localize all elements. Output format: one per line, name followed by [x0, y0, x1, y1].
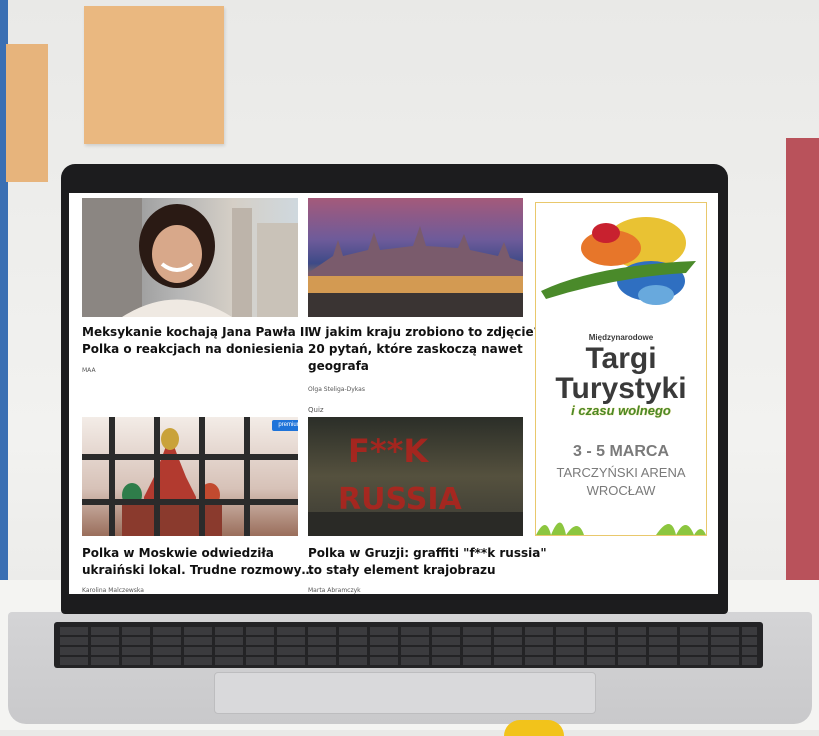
article-4-title[interactable]: Polka w Gruzji: graffiti "f**k russia" t… — [308, 545, 547, 579]
article-1-author: MAA — [82, 367, 96, 374]
article-4-image[interactable]: F**K RUSSIA — [308, 417, 523, 536]
advertisement-banner[interactable]: Międzynarodowe Targi Turystyki i czasu w… — [535, 202, 707, 536]
kremlin-photo — [82, 417, 298, 536]
grass-decoration — [536, 522, 706, 535]
pink-book — [786, 138, 819, 590]
keyboard — [54, 622, 763, 668]
article-3-author: Karolina Malczewska — [82, 587, 144, 594]
article-2-image[interactable] — [308, 198, 523, 317]
article-3-title[interactable]: Polka w Moskwie odwiedziła ukraiński lok… — [82, 545, 313, 579]
ad-kicker: Międzynarodowe — [588, 333, 654, 342]
ad-subtitle: i czasu wolnego — [571, 403, 671, 418]
laptop-screen: Meksykanie kochają Jana Pawła II. Polka … — [69, 193, 718, 594]
trackpad — [214, 672, 596, 714]
ad-title-1: Targi — [585, 342, 657, 375]
graffiti-photo: F**K RUSSIA — [308, 432, 523, 536]
article-4-author: Marta Abramczyk — [308, 587, 361, 594]
yellow-object — [504, 720, 564, 736]
sticky-note — [6, 44, 48, 182]
ad-venue: TARCZYŃSKI ARENA — [556, 465, 686, 480]
portrait-photo — [82, 198, 298, 317]
article-2-title[interactable]: W jakim kraju zrobiono to zdjęcie? 20 py… — [308, 324, 541, 375]
castle-photo — [308, 226, 523, 317]
graffiti-text-1: F**K — [348, 432, 429, 470]
article-1-title[interactable]: Meksykanie kochają Jana Pawła II. Polka … — [82, 324, 313, 358]
article-1-image[interactable] — [82, 198, 298, 317]
ad-dates: 3 - 5 MARCA — [572, 443, 669, 460]
graffiti-text-2: RUSSIA — [338, 482, 462, 517]
article-2-tag: Quiz — [308, 406, 324, 414]
paint-splash-graphic — [541, 217, 696, 305]
article-3-image[interactable]: premium — [82, 417, 298, 536]
sticky-note — [84, 6, 224, 144]
premium-badge: premium — [272, 420, 298, 431]
article-2-author: Olga Steliga-Dykas — [308, 386, 365, 393]
ad-title-2: Turystyki — [555, 372, 687, 405]
